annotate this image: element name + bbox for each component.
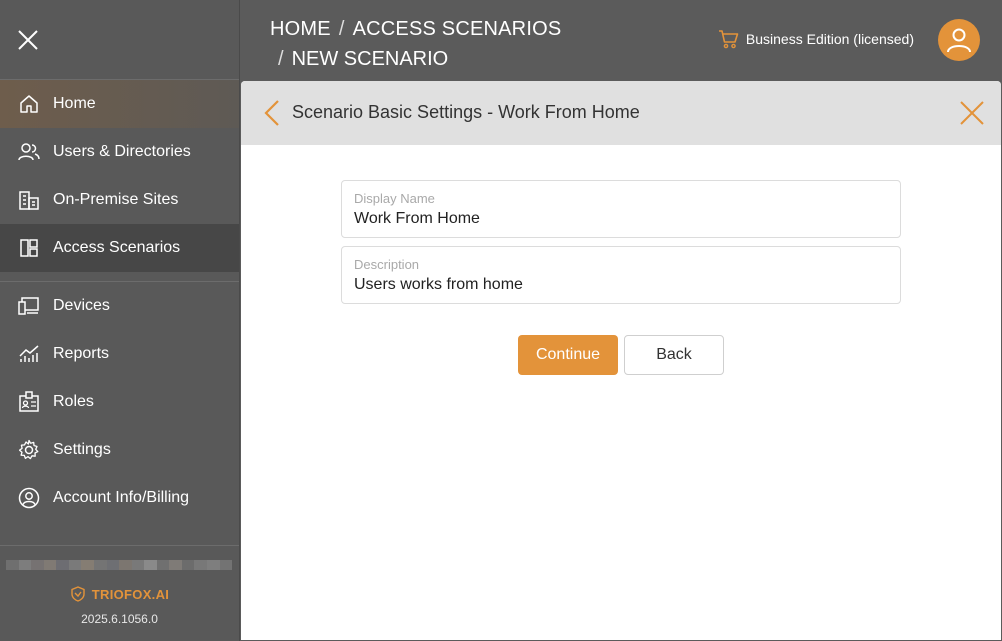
continue-button[interactable]: Continue [518,335,618,375]
id-card-icon [18,391,40,413]
pixelated-info [6,560,233,578]
panel-title: Scenario Basic Settings - Work From Home [292,102,640,122]
breadcrumb-home[interactable]: HOME [270,18,331,40]
edition-badge[interactable]: Business Edition (licensed) [718,28,914,50]
version-text: 2025.6.1056.0 [81,612,158,626]
display-name-input[interactable] [354,210,884,228]
sidebar-item-devices[interactable]: Devices [0,282,239,330]
sidebar-divider [0,272,239,282]
sidebar-item-label: Roles [53,393,94,410]
close-icon[interactable] [16,28,40,52]
panel-header: Scenario Basic Settings - Work From Home [241,81,1001,145]
sidebar-item-account-billing[interactable]: Account Info/Billing [0,474,239,522]
display-name-field[interactable]: Display Name [341,180,901,238]
brand-name: TRIOFOX.AI [91,586,170,602]
sidebar-item-users[interactable]: Users & Directories [0,128,239,176]
chevron-left-icon[interactable] [263,99,281,127]
devices-icon [18,295,40,317]
breadcrumb-separator: / [278,48,284,70]
sidebar-item-roles[interactable]: Roles [0,378,239,426]
users-icon [18,141,40,163]
top-header: HOME / ACCESS SCENARIOS / NEW SCENARIO Busi… [240,0,1002,81]
display-name-label: Display Name [354,191,435,206]
sidebar-item-label: Access Scenarios [53,239,181,256]
chart-icon [18,343,40,365]
sidebar: Home Users & Directories On-Premise Site… [0,0,240,641]
breadcrumb-new-scenario: NEW SCENARIO [291,48,449,70]
edition-text: Business Edition (licensed) [745,31,914,47]
sidebar-item-label: Reports [53,345,110,362]
layout-icon [18,237,40,259]
sidebar-item-label: Account Info/Billing [53,489,190,506]
breadcrumb: HOME / ACCESS SCENARIOS [270,14,561,44]
sidebar-item-settings[interactable]: Settings [0,426,239,474]
sidebar-footer: TRIOFOX.AI 2025.6.1056.0 [0,545,239,641]
sidebar-item-label: Users & Directories [53,143,191,160]
triofox-logo-icon [71,586,85,602]
description-input[interactable] [354,276,884,294]
back-button[interactable]: Back [624,335,724,375]
cart-icon [718,30,739,49]
breadcrumb-access-scenarios[interactable]: ACCESS SCENARIOS [353,18,562,40]
building-icon [18,189,40,211]
scenario-settings-panel: Scenario Basic Settings - Work From Home… [241,81,1001,640]
account-icon [18,487,40,509]
home-icon [18,93,40,115]
sidebar-item-label: Settings [53,441,111,458]
description-field[interactable]: Description [341,246,901,304]
sidebar-item-label: On-Premise Sites [53,191,179,208]
breadcrumb-separator: / [338,18,345,40]
user-icon [947,28,971,53]
sidebar-item-home[interactable]: Home [0,80,239,128]
close-icon[interactable] [959,100,985,126]
brand: TRIOFOX.AI [0,586,239,602]
sidebar-item-reports[interactable]: Reports [0,330,239,378]
sidebar-item-on-premise-sites[interactable]: On-Premise Sites [0,176,239,224]
avatar[interactable] [938,19,980,61]
sidebar-nav: Home Users & Directories On-Premise Site… [0,80,239,272]
breadcrumb-line-2: / NEW SCENARIO [278,44,448,74]
description-label: Description [354,257,420,272]
gear-icon [18,439,40,461]
sidebar-item-label: Devices [53,297,110,314]
sidebar-top [0,0,239,80]
sidebar-item-access-scenarios[interactable]: Access Scenarios [0,224,239,272]
sidebar-item-label: Home [53,95,96,112]
sidebar-nav-secondary: Devices Reports Roles Settings Account I… [0,282,239,522]
